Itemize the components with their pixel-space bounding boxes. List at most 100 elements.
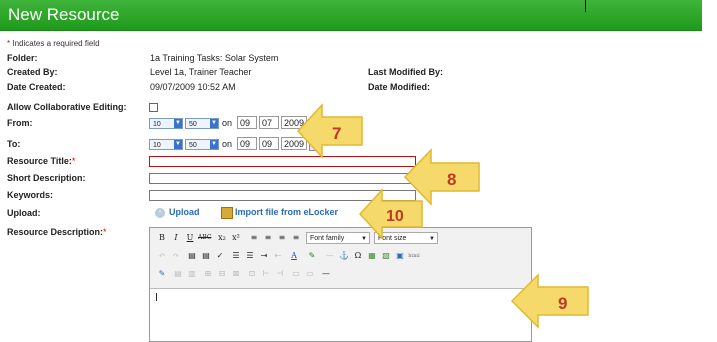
to-hour-select[interactable]: 10 ▼ bbox=[149, 139, 183, 150]
import-elocker-link[interactable]: Import file from eLocker bbox=[235, 207, 338, 217]
from-label: From: bbox=[7, 118, 33, 128]
align-left-icon[interactable]: ≡ bbox=[248, 232, 260, 244]
underline-icon[interactable]: U bbox=[184, 232, 196, 244]
delete-col-icon[interactable]: ⊣ bbox=[274, 268, 286, 280]
insert-col-after-icon[interactable]: ⊢ bbox=[260, 268, 272, 280]
font-family-text: Font family bbox=[310, 235, 345, 242]
bullet-list-icon[interactable]: ☰ bbox=[230, 250, 242, 262]
required-star: * bbox=[71, 156, 76, 166]
folder-label: Folder: bbox=[7, 53, 38, 63]
special-char-icon[interactable]: Ω bbox=[352, 250, 364, 262]
paste-icon[interactable]: ▤ bbox=[186, 250, 198, 262]
from-hour-value: 10 bbox=[153, 121, 161, 128]
text-color-icon[interactable]: A bbox=[288, 250, 300, 262]
short-description-input[interactable] bbox=[149, 173, 416, 184]
chevron-down-icon: ▼ bbox=[210, 140, 218, 149]
to-day-input[interactable]: 09 bbox=[259, 137, 279, 150]
callout-number: 8 bbox=[447, 170, 456, 189]
image-icon[interactable]: ▧ bbox=[380, 250, 392, 262]
upload-link[interactable]: Upload bbox=[169, 207, 200, 217]
required-star: * bbox=[7, 39, 11, 48]
undo-icon[interactable]: ↶ bbox=[156, 250, 168, 262]
to-hour-value: 10 bbox=[153, 142, 161, 149]
chevron-down-icon: ▼ bbox=[210, 119, 218, 128]
last-modified-by-label: Last Modified By: bbox=[368, 67, 444, 77]
to-month-input[interactable]: 09 bbox=[237, 137, 257, 150]
resource-title-label-text: Resource Title: bbox=[7, 156, 72, 166]
required-note-text: Indicates a required field bbox=[12, 39, 100, 48]
superscript-icon[interactable]: x² bbox=[230, 232, 242, 244]
from-on-text: on bbox=[222, 118, 233, 128]
callout-arrow-icon: 10 bbox=[358, 188, 423, 240]
table-row-icon[interactable]: ▤ bbox=[172, 268, 184, 280]
text-cursor bbox=[156, 293, 157, 301]
split-cells-icon[interactable]: ▭ bbox=[290, 268, 302, 280]
chevron-down-icon: ▼ bbox=[174, 119, 182, 128]
from-minute-select[interactable]: 50 ▼ bbox=[185, 118, 219, 129]
collab-checkbox[interactable] bbox=[149, 103, 158, 112]
insert-col-before-icon[interactable]: ⊡ bbox=[246, 268, 258, 280]
callout-arrow-icon: 7 bbox=[296, 103, 363, 159]
created-by-value: Level 1a, Trainer Teacher bbox=[150, 67, 252, 77]
align-center-icon[interactable]: ≡ bbox=[262, 232, 274, 244]
keywords-label: Keywords: bbox=[7, 190, 54, 200]
required-star: * bbox=[103, 227, 107, 237]
edit-icon[interactable]: ✎ bbox=[156, 268, 168, 280]
rich-text-editor[interactable]: B I U ABC x₂ x² ≡ ≡ ≡ ≡ Font family ▼ Fon… bbox=[149, 227, 532, 342]
from-minute-value: 50 bbox=[189, 121, 197, 128]
to-minute-select[interactable]: 50 ▼ bbox=[185, 139, 219, 150]
resource-title-label: Resource Title:* bbox=[7, 156, 75, 166]
media-icon[interactable]: ▣ bbox=[394, 250, 406, 262]
resource-description-label-text: Resource Description: bbox=[7, 227, 104, 237]
elocker-icon bbox=[221, 207, 233, 219]
from-day-input[interactable]: 07 bbox=[259, 116, 279, 129]
strikethrough-icon[interactable]: ABC bbox=[198, 232, 211, 244]
to-on-text: on bbox=[222, 139, 233, 149]
editor-toolbar: B I U ABC x₂ x² ≡ ≡ ≡ ≡ Font family ▼ Fon… bbox=[150, 228, 531, 289]
html-icon[interactable]: html bbox=[408, 250, 420, 262]
window-edge-line bbox=[585, 0, 586, 12]
upload-label: Upload: bbox=[7, 208, 41, 218]
callout-number: 9 bbox=[558, 294, 567, 313]
resource-title-input[interactable] bbox=[149, 156, 416, 167]
date-modified-label: Date Modified: bbox=[368, 82, 430, 92]
link-icon[interactable]: — bbox=[324, 250, 336, 262]
delete-row-icon[interactable]: ⊠ bbox=[230, 268, 242, 280]
from-month-input[interactable]: 09 bbox=[237, 116, 257, 129]
align-right-icon[interactable]: ≡ bbox=[276, 232, 288, 244]
bold-icon[interactable]: B bbox=[156, 232, 168, 244]
table-col-icon[interactable]: ▥ bbox=[186, 268, 198, 280]
folder-value: 1a Training Tasks: Solar System bbox=[150, 53, 279, 63]
upload-icon: ↑ bbox=[155, 208, 165, 218]
to-minute-value: 50 bbox=[189, 142, 197, 149]
outdent-icon[interactable]: ⇤ bbox=[272, 250, 284, 262]
align-justify-icon[interactable]: ≡ bbox=[290, 232, 302, 244]
chevron-down-icon: ▼ bbox=[429, 236, 435, 242]
indent-icon[interactable]: ⇥ bbox=[258, 250, 270, 262]
callout-number: 10 bbox=[386, 208, 404, 225]
created-by-label: Created By: bbox=[7, 67, 58, 77]
panel-title-bar: New Resource bbox=[0, 0, 702, 31]
paste-word-icon[interactable]: ▤ bbox=[200, 250, 212, 262]
required-note: * Indicates a required field bbox=[7, 39, 100, 48]
panel-title: New Resource bbox=[8, 5, 120, 24]
table-icon[interactable]: ▦ bbox=[366, 250, 378, 262]
spellcheck-icon[interactable]: ✓ bbox=[214, 250, 226, 262]
from-hour-select[interactable]: 10 ▼ bbox=[149, 118, 183, 129]
anchor-icon[interactable]: ⚓ bbox=[338, 250, 350, 262]
insert-row-after-icon[interactable]: ⊟ bbox=[216, 268, 228, 280]
resource-description-label: Resource Description:* bbox=[7, 227, 107, 237]
subscript-icon[interactable]: x₂ bbox=[216, 232, 228, 244]
chevron-down-icon: ▼ bbox=[174, 140, 182, 149]
to-label: To: bbox=[7, 139, 21, 149]
redo-icon[interactable]: ↷ bbox=[170, 250, 182, 262]
italic-icon[interactable]: I bbox=[170, 232, 182, 244]
insert-row-before-icon[interactable]: ⊞ bbox=[202, 268, 214, 280]
numbered-list-icon[interactable]: ☰ bbox=[244, 250, 256, 262]
callout-number: 7 bbox=[332, 124, 341, 143]
date-created-value: 09/07/2009 10:52 AM bbox=[150, 82, 236, 92]
highlight-icon[interactable]: ✎ bbox=[306, 250, 318, 262]
horizontal-rule-icon[interactable]: — bbox=[320, 268, 332, 280]
merge-cells-icon[interactable]: ▭ bbox=[304, 268, 316, 280]
short-description-label: Short Description: bbox=[7, 173, 86, 183]
